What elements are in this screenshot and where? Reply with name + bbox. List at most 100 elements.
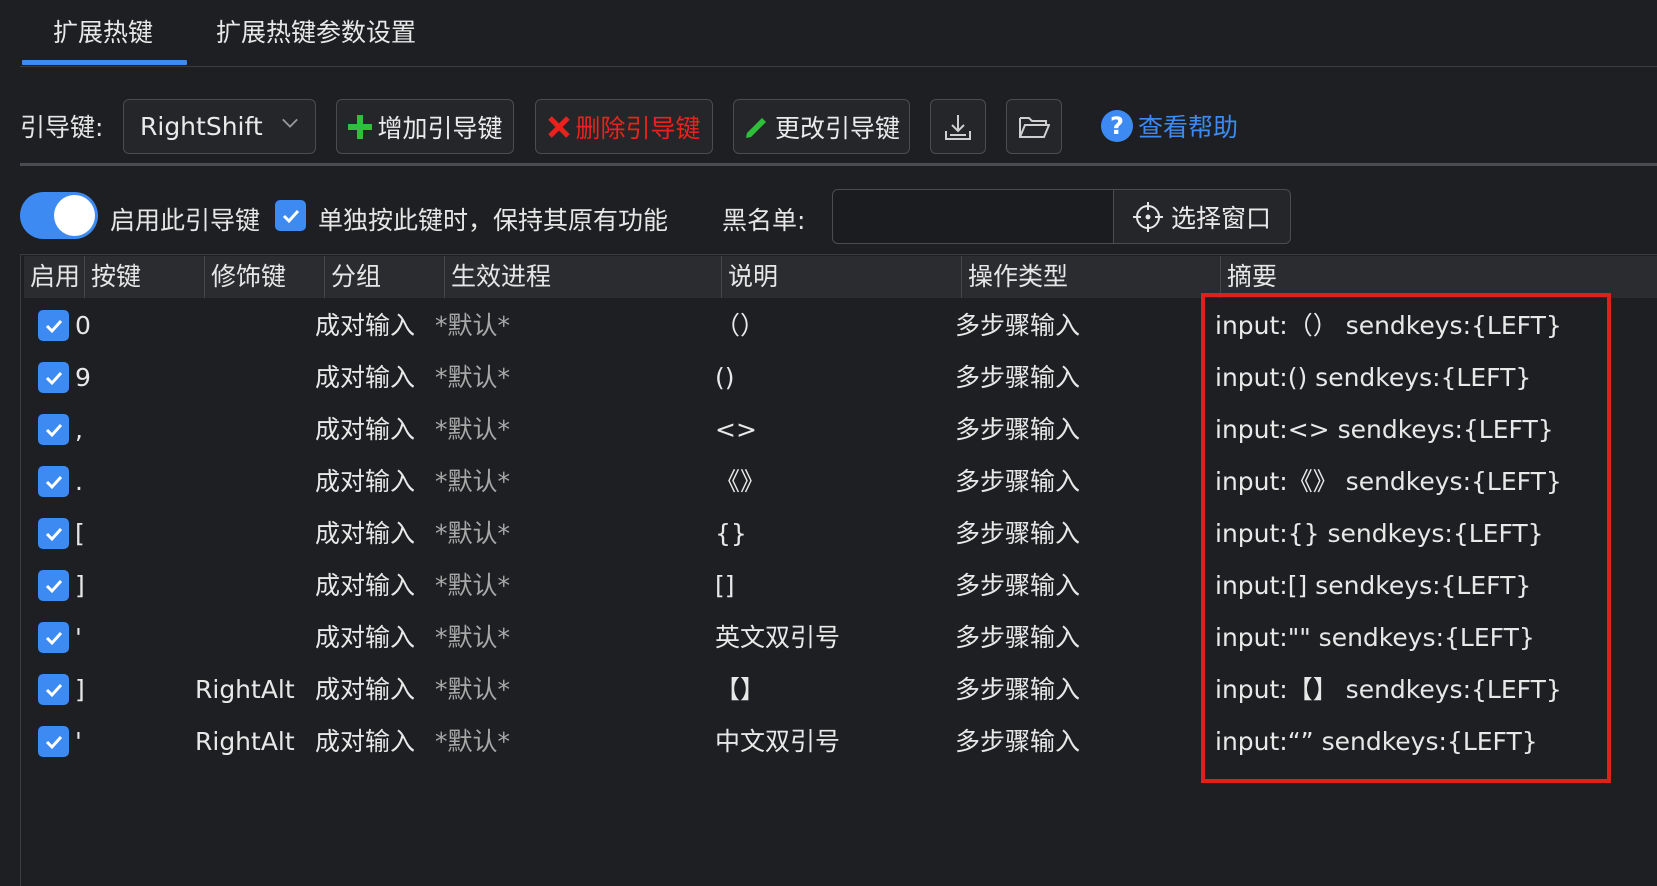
add-leader-key-label: 增加引导键 [377,113,503,143]
cell-group: 成对输入 [315,363,416,392]
cell-description: () [715,363,735,392]
row-enabled-checkbox[interactable] [38,570,69,601]
cell-description: [] [715,571,735,600]
enable-leader-toggle[interactable] [20,192,98,239]
check-icon [45,631,62,645]
cell-key: [ [75,519,85,548]
export-button[interactable] [930,99,986,154]
cell-description: 【】 [715,675,766,704]
cell-modifier: RightAlt [195,727,295,756]
header-operation-type[interactable]: 操作类型 [962,256,1221,298]
cell-description: （） [715,311,766,340]
cell-operation-type: 多步骤输入 [955,363,1081,392]
tab-divider [20,66,1657,67]
cell-key: , [75,415,83,444]
blacklist-label: 黑名单: [722,206,806,235]
enable-leader-label: 启用此引导键 [110,206,261,235]
cell-key: ' [75,623,82,652]
active-tab-indicator [22,60,187,65]
check-icon [45,683,62,697]
folder-open-icon [1019,116,1050,138]
cell-group: 成对输入 [315,623,416,652]
cell-operation-type: 多步骤输入 [955,623,1081,652]
check-icon [45,527,62,541]
leader-key-label: 引导键: [20,113,104,142]
cell-description: 中文双引号 [715,727,841,756]
header-modifier[interactable]: 修饰键 [205,256,325,298]
row-enabled-checkbox[interactable] [38,362,69,393]
header-enabled[interactable]: 启用 [24,256,85,298]
check-icon [45,371,62,385]
row-enabled-checkbox[interactable] [38,674,69,705]
check-icon [282,209,299,223]
row-enabled-checkbox[interactable] [38,518,69,549]
header-key[interactable]: 按键 [85,256,205,298]
cell-group: 成对输入 [315,415,416,444]
leader-key-dropdown[interactable]: RightShift [123,99,316,154]
chevron-down-icon [282,118,298,128]
cell-process: *默认* [435,363,511,392]
cell-description: {} [715,519,747,548]
tab-extended-hotkeys[interactable]: 扩展热键 [53,16,153,50]
check-icon [45,735,62,749]
cell-group: 成对输入 [315,675,416,704]
help-label: 查看帮助 [1138,113,1239,142]
plus-icon [348,114,373,139]
blacklist-input[interactable] [832,189,1114,244]
cell-description: <> [715,415,757,444]
cell-process: *默认* [435,571,511,600]
cell-operation-type: 多步骤输入 [955,571,1081,600]
select-window-label: 选择窗口 [1170,203,1271,233]
check-icon [45,423,62,437]
header-process[interactable]: 生效进程 [445,256,722,298]
cell-modifier: RightAlt [195,675,295,704]
download-icon [945,114,971,140]
cell-process: *默认* [435,727,511,756]
svg-text:?: ? [1110,112,1124,140]
header-summary[interactable]: 摘要 [1221,256,1657,298]
delete-leader-key-button[interactable]: 删除引导键 [535,99,713,154]
keep-original-checkbox[interactable] [275,200,306,231]
select-window-button[interactable]: 选择窗口 [1113,189,1291,244]
toggle-knob [54,195,95,236]
check-icon [45,475,62,489]
cell-operation-type: 多步骤输入 [955,311,1081,340]
check-icon [45,319,62,333]
cell-group: 成对输入 [315,519,416,548]
row-enabled-checkbox[interactable] [38,622,69,653]
delete-leader-key-label: 删除引导键 [575,113,701,143]
cell-group: 成对输入 [315,571,416,600]
cell-key: . [75,467,83,496]
help-link[interactable]: ? 查看帮助 [1100,108,1238,144]
open-folder-button[interactable] [1006,99,1062,154]
cell-operation-type: 多步骤输入 [955,519,1081,548]
row-enabled-checkbox[interactable] [38,310,69,341]
row-enabled-checkbox[interactable] [38,414,69,445]
add-leader-key-button[interactable]: 增加引导键 [336,99,514,154]
leader-key-value: RightShift [140,112,263,141]
cell-key: ] [75,571,85,600]
change-leader-key-button[interactable]: 更改引导键 [733,99,910,154]
check-icon [45,579,62,593]
cell-description: 《》 [715,467,766,496]
header-description[interactable]: 说明 [722,256,962,298]
cell-operation-type: 多步骤输入 [955,415,1081,444]
cell-key: 9 [75,363,91,392]
tab-extended-hotkeys-settings[interactable]: 扩展热键参数设置 [216,16,416,50]
cell-key: ' [75,727,82,756]
toolbar-separator [20,163,1657,166]
cell-process: *默认* [435,519,511,548]
cell-description: 英文双引号 [715,623,841,652]
row-enabled-checkbox[interactable] [38,726,69,757]
cell-operation-type: 多步骤输入 [955,675,1081,704]
change-leader-key-label: 更改引导键 [774,113,900,143]
cell-key: 0 [75,311,91,340]
row-enabled-checkbox[interactable] [38,466,69,497]
crosshair-icon [1132,201,1163,232]
cell-process: *默认* [435,311,511,340]
cell-operation-type: 多步骤输入 [955,467,1081,496]
keep-original-label: 单独按此键时，保持其原有功能 [318,206,669,235]
cell-process: *默认* [435,467,511,496]
table-header: 启用 按键 修饰键 分组 生效进程 说明 操作类型 摘要 [24,256,1657,298]
header-group[interactable]: 分组 [325,256,445,298]
